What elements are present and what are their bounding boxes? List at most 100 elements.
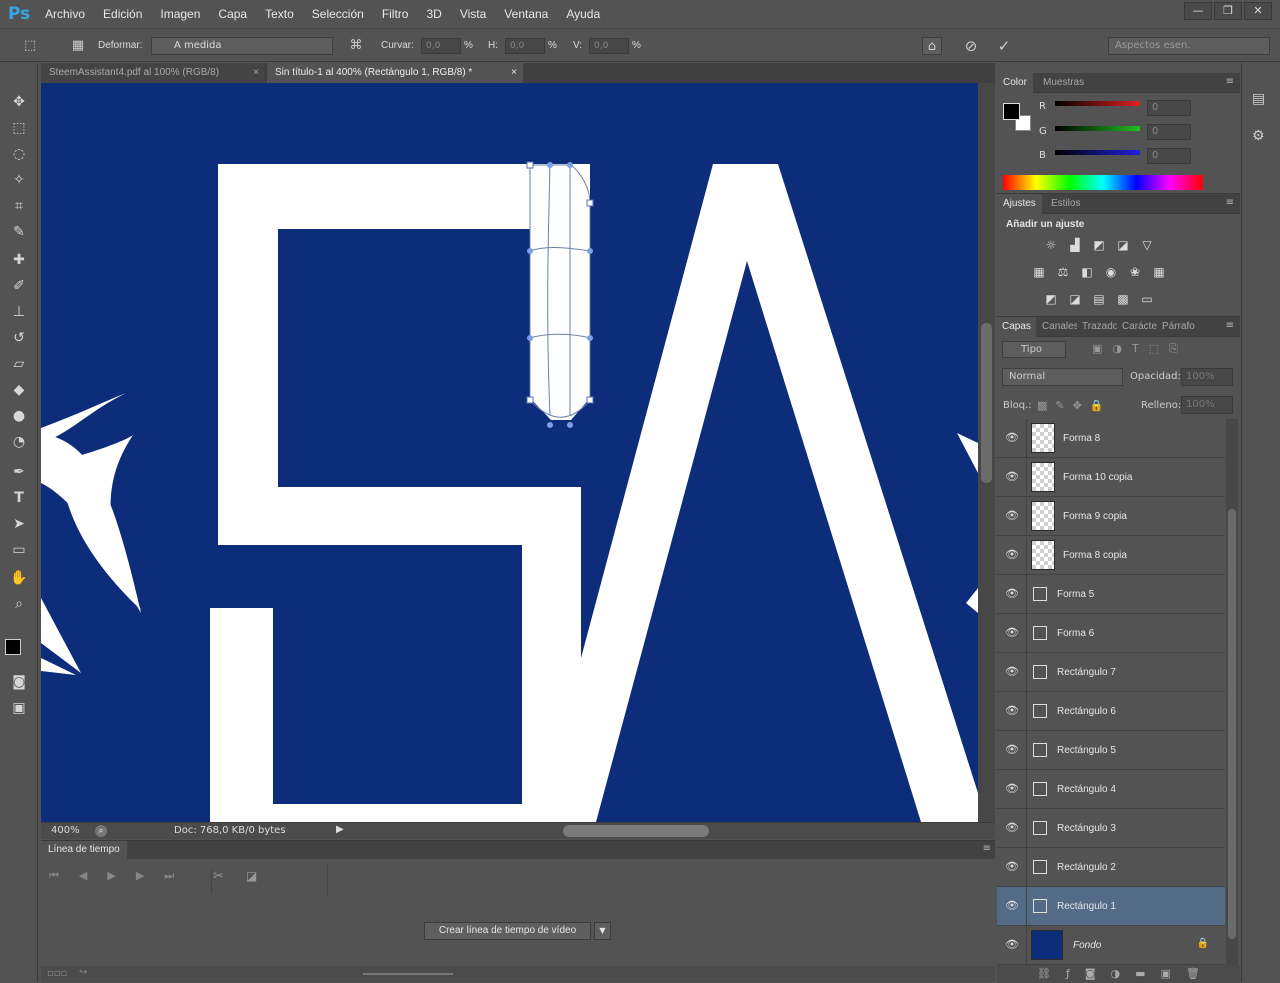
rectangle-tool-icon[interactable]: ▭ bbox=[8, 539, 30, 561]
healing-brush-icon[interactable]: ✚ bbox=[8, 249, 30, 271]
visibility-eye-icon[interactable]: 👁 bbox=[1005, 861, 1019, 873]
deform-select[interactable]: A medida bbox=[151, 37, 333, 55]
history-brush-icon[interactable]: ↺ bbox=[8, 327, 30, 349]
visibility-eye-icon[interactable]: 👁 bbox=[1005, 822, 1019, 834]
visibility-eye-icon[interactable]: 👁 bbox=[1005, 588, 1019, 600]
menu-vista[interactable]: Vista bbox=[451, 0, 495, 28]
layer-row[interactable]: 👁 Rectángulo 4 bbox=[997, 770, 1225, 809]
split-icon[interactable]: ✂ bbox=[213, 869, 224, 884]
visibility-eye-icon[interactable]: 👁 bbox=[1005, 744, 1019, 756]
layer-row[interactable]: 👁 Forma 8 bbox=[997, 419, 1225, 458]
color-panel-menu-icon[interactable]: ≡ bbox=[1226, 76, 1234, 87]
close-tab-icon[interactable]: × bbox=[511, 63, 517, 83]
zoom-tool-icon[interactable]: ⌕ bbox=[8, 593, 30, 615]
warp-tool-icon[interactable]: ⬚ bbox=[20, 37, 40, 55]
foreground-color-swatch[interactable] bbox=[5, 639, 21, 655]
visibility-eye-icon[interactable]: 👁 bbox=[1005, 705, 1019, 717]
move-tool-icon[interactable]: ✥ bbox=[8, 91, 30, 113]
doc-tab-steemassistant[interactable]: SteemAssistant4.pdf al 100% (RGB/8) × bbox=[41, 63, 265, 83]
layer-filter-icons[interactable]: ▣◑T⬚⎘ bbox=[1092, 342, 1188, 356]
tab-canales[interactable]: Canales bbox=[1037, 317, 1077, 337]
tab-trazados[interactable]: Trazados bbox=[1077, 317, 1117, 337]
layer-row[interactable]: 👁 Forma 10 copia bbox=[997, 458, 1225, 497]
minimize-button[interactable]: — bbox=[1184, 2, 1212, 20]
visibility-eye-icon[interactable]: 👁 bbox=[1005, 666, 1019, 678]
invert-icon[interactable]: ◩ bbox=[1043, 291, 1059, 307]
h-field[interactable]: 0,0 bbox=[505, 38, 545, 54]
menu-seleccion[interactable]: Selección bbox=[303, 0, 373, 28]
color-spectrum[interactable] bbox=[1003, 175, 1203, 190]
menu-texto[interactable]: Texto bbox=[256, 0, 303, 28]
layer-filter-select[interactable]: Tipo bbox=[1002, 341, 1066, 358]
brightness-icon[interactable]: ☼ bbox=[1043, 237, 1059, 253]
menu-capa[interactable]: Capa bbox=[209, 0, 256, 28]
menu-imagen[interactable]: Imagen bbox=[151, 0, 209, 28]
fill-field[interactable]: 100% bbox=[1181, 396, 1233, 414]
timeline-convert-icon[interactable]: ↪ bbox=[79, 967, 87, 978]
canvas[interactable] bbox=[41, 83, 978, 822]
visibility-eye-icon[interactable]: 👁 bbox=[1005, 510, 1019, 522]
canvas-vertical-scrollbar[interactable] bbox=[978, 83, 995, 822]
layer-row[interactable]: 👁 Fondo 🔒 bbox=[997, 926, 1225, 965]
channel-b-value[interactable]: 0 bbox=[1147, 148, 1191, 164]
brush-tool-icon[interactable]: ✐ bbox=[8, 275, 30, 297]
tab-caracter[interactable]: Carácter bbox=[1117, 317, 1157, 337]
hand-tool-icon[interactable]: ✋ bbox=[8, 567, 30, 589]
zoom-level[interactable]: 400% bbox=[51, 825, 80, 836]
layer-row[interactable]: 👁 Rectángulo 5 bbox=[997, 731, 1225, 770]
layer-row[interactable]: 👁 Rectángulo 1 bbox=[997, 887, 1225, 926]
menu-3d[interactable]: 3D bbox=[417, 0, 450, 28]
color-balance-icon[interactable]: ⚖ bbox=[1055, 264, 1071, 280]
tab-parrafo[interactable]: Párrafo bbox=[1157, 317, 1201, 337]
gradient-map-icon[interactable]: ▭ bbox=[1139, 291, 1155, 307]
layer-row[interactable]: 👁 Forma 9 copia bbox=[997, 497, 1225, 536]
channel-g-slider[interactable] bbox=[1055, 126, 1140, 131]
menu-ayuda[interactable]: Ayuda bbox=[557, 0, 609, 28]
exposure-icon[interactable]: ◪ bbox=[1115, 237, 1131, 253]
lock-icons[interactable]: ▩✎✥🔒 bbox=[1037, 399, 1112, 412]
threshold-icon[interactable]: ▤ bbox=[1091, 291, 1107, 307]
layer-row[interactable]: 👁 Rectángulo 2 bbox=[997, 848, 1225, 887]
selective-color-icon[interactable]: ▩ bbox=[1115, 291, 1131, 307]
warp-grid-icon[interactable]: ▦ bbox=[68, 37, 88, 55]
channel-r-value[interactable]: 0 bbox=[1147, 100, 1191, 116]
layers-scrollbar[interactable] bbox=[1226, 419, 1238, 965]
pen-tool-icon[interactable]: ✒ bbox=[8, 461, 30, 483]
color-lookup-icon[interactable]: ▦ bbox=[1151, 264, 1167, 280]
layers-footer-icons[interactable]: ⛓ƒ◙◑▬▣🗑 bbox=[997, 965, 1240, 983]
dodge-tool-icon[interactable]: ◔ bbox=[8, 431, 30, 453]
visibility-eye-icon[interactable]: 👁 bbox=[1005, 432, 1019, 444]
visibility-eye-icon[interactable]: 👁 bbox=[1005, 471, 1019, 483]
menu-ventana[interactable]: Ventana bbox=[495, 0, 557, 28]
timeline-frames-icon[interactable]: ▫▫▫ bbox=[47, 968, 67, 979]
layer-row[interactable]: 👁 Forma 5 bbox=[997, 575, 1225, 614]
vertical-scroll-thumb[interactable] bbox=[981, 323, 992, 483]
visibility-eye-icon[interactable]: 👁 bbox=[1005, 549, 1019, 561]
curves-icon[interactable]: ◩ bbox=[1091, 237, 1107, 253]
menu-edicion[interactable]: Edición bbox=[94, 0, 151, 28]
timeline-tab[interactable]: Línea de tiempo bbox=[41, 841, 127, 859]
tab-ajustes[interactable]: Ajustes bbox=[997, 194, 1042, 214]
timeline-dropdown-icon[interactable]: ▼ bbox=[594, 922, 611, 940]
blur-tool-icon[interactable]: ● bbox=[8, 405, 30, 427]
close-tab-icon[interactable]: × bbox=[253, 63, 259, 83]
visibility-eye-icon[interactable]: 👁 bbox=[1005, 627, 1019, 639]
vibrance-icon[interactable]: ▽ bbox=[1139, 237, 1155, 253]
menu-filtro[interactable]: Filtro bbox=[373, 0, 418, 28]
foreground-color-chip[interactable] bbox=[1003, 103, 1020, 120]
opacity-field[interactable]: 100% bbox=[1181, 368, 1233, 386]
status-info-icon[interactable]: ⌕ bbox=[95, 825, 107, 837]
horizontal-scroll-thumb[interactable] bbox=[563, 825, 709, 837]
layer-row[interactable]: 👁 Forma 8 copia bbox=[997, 536, 1225, 575]
status-menu-arrow-icon[interactable]: ▶ bbox=[336, 824, 344, 835]
quick-mask-icon[interactable]: ◙ bbox=[8, 671, 30, 693]
layers-menu-icon[interactable]: ≡ bbox=[1226, 320, 1234, 331]
hue-saturation-icon[interactable]: ▦ bbox=[1031, 264, 1047, 280]
tab-estilos[interactable]: Estilos bbox=[1045, 194, 1086, 214]
photo-filter-icon[interactable]: ◉ bbox=[1103, 264, 1119, 280]
timeline-playback-icons[interactable]: ⏮◀▶▶⏭ bbox=[49, 869, 194, 883]
workspace-select[interactable]: Aspectos esen. bbox=[1108, 37, 1270, 55]
lasso-tool-icon[interactable]: ◌ bbox=[8, 143, 30, 165]
history-panel-icon[interactable]: ▤ bbox=[1252, 91, 1265, 107]
commit-transform-icon[interactable]: ✓ bbox=[994, 37, 1014, 55]
